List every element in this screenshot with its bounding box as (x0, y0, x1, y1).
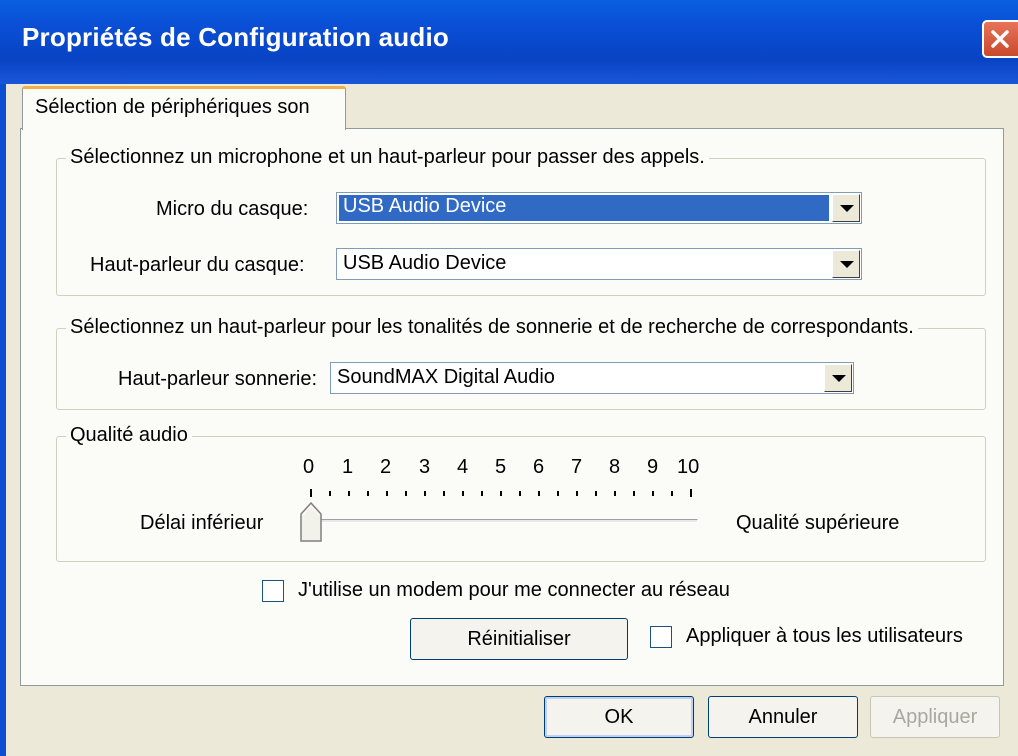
apply-button: Appliquer (870, 696, 1000, 738)
scale-label: 2 (380, 456, 392, 478)
speaker-label: Haut-parleur du casque: (90, 254, 305, 276)
slider-tick (481, 491, 483, 496)
close-icon (991, 30, 1009, 48)
ring-select[interactable]: SoundMAX Digital Audio (330, 362, 854, 394)
scale-label: 8 (609, 456, 621, 478)
mic-label: Micro du casque: (156, 198, 309, 220)
slider-tick (462, 491, 464, 496)
apply-all-checkbox[interactable] (650, 626, 672, 648)
scale-label: 5 (495, 456, 507, 478)
slider-tick (310, 489, 312, 497)
slider-tick (519, 491, 521, 496)
scale-label: 9 (647, 456, 659, 478)
speaker-dropdown-button[interactable] (832, 250, 860, 278)
close-button[interactable] (982, 20, 1018, 58)
slider-tick (424, 491, 426, 496)
tab-sound-devices[interactable]: Sélection de périphériques son (22, 86, 346, 130)
slider-tick (690, 489, 692, 497)
chevron-down-icon (832, 375, 846, 382)
slider-tick (595, 491, 597, 496)
quality-group (56, 436, 986, 562)
mic-select-value: USB Audio Device (339, 195, 511, 218)
slider-tick (348, 491, 350, 496)
window-title: Propriétés de Configuration audio (22, 22, 449, 52)
scale-label: 7 (571, 456, 583, 478)
apply-all-checkbox-label[interactable]: Appliquer à tous les utilisateurs (686, 625, 963, 648)
slider-right-label: Qualité supérieure (736, 512, 900, 534)
slider-tick (538, 491, 540, 496)
window-frame (0, 84, 6, 756)
scale-label: 10 (677, 456, 700, 478)
slider-tick (386, 491, 388, 496)
ring-group-legend: Sélectionnez un haut-parleur pour les to… (66, 316, 918, 339)
scale-label: 1 (342, 456, 354, 478)
slider-tick (500, 491, 502, 496)
slider-tick (443, 491, 445, 496)
slider-tick (557, 491, 559, 496)
slider-tick (405, 491, 407, 496)
slider-tick (633, 491, 635, 496)
chevron-down-icon (840, 261, 854, 268)
cancel-button[interactable]: Annuler (708, 696, 858, 738)
quality-group-legend: Qualité audio (66, 424, 192, 447)
modem-checkbox-label[interactable]: J'utilise un modem pour me connecter au … (298, 579, 730, 602)
calls-group-legend: Sélectionnez un microphone et un haut-pa… (66, 146, 709, 169)
scale-label: 4 (457, 456, 469, 478)
mic-dropdown-button[interactable] (832, 194, 860, 222)
scale-label: 0 (303, 456, 315, 478)
tab-label: Sélection de périphériques son (35, 96, 310, 118)
slider-left-label: Délai inférieur (140, 512, 264, 534)
reset-button[interactable]: Réinitialiser (410, 618, 628, 660)
ring-label: Haut-parleur sonnerie: (118, 368, 317, 390)
ring-dropdown-button[interactable] (824, 364, 852, 392)
chevron-down-icon (840, 205, 854, 212)
slider-tick (671, 491, 673, 496)
slider-tick (652, 491, 654, 496)
scale-label: 6 (533, 456, 545, 478)
title-bar[interactable]: Propriétés de Configuration audio (0, 0, 1018, 84)
quality-slider-track[interactable] (318, 519, 698, 523)
quality-slider-thumb[interactable] (300, 502, 322, 542)
slider-tick (576, 491, 578, 496)
ring-select-value: SoundMAX Digital Audio (337, 366, 555, 388)
slider-tick (329, 491, 331, 496)
audio-config-dialog: Propriétés de Configuration audio Sélect… (0, 0, 1018, 756)
scale-label: 3 (419, 456, 431, 478)
mic-select[interactable]: USB Audio Device (336, 192, 862, 224)
speaker-select[interactable]: USB Audio Device (336, 248, 862, 280)
modem-checkbox[interactable] (262, 580, 284, 602)
speaker-select-value: USB Audio Device (343, 252, 507, 274)
slider-tick (367, 491, 369, 496)
slider-tick (614, 491, 616, 496)
ok-button[interactable]: OK (544, 696, 694, 738)
